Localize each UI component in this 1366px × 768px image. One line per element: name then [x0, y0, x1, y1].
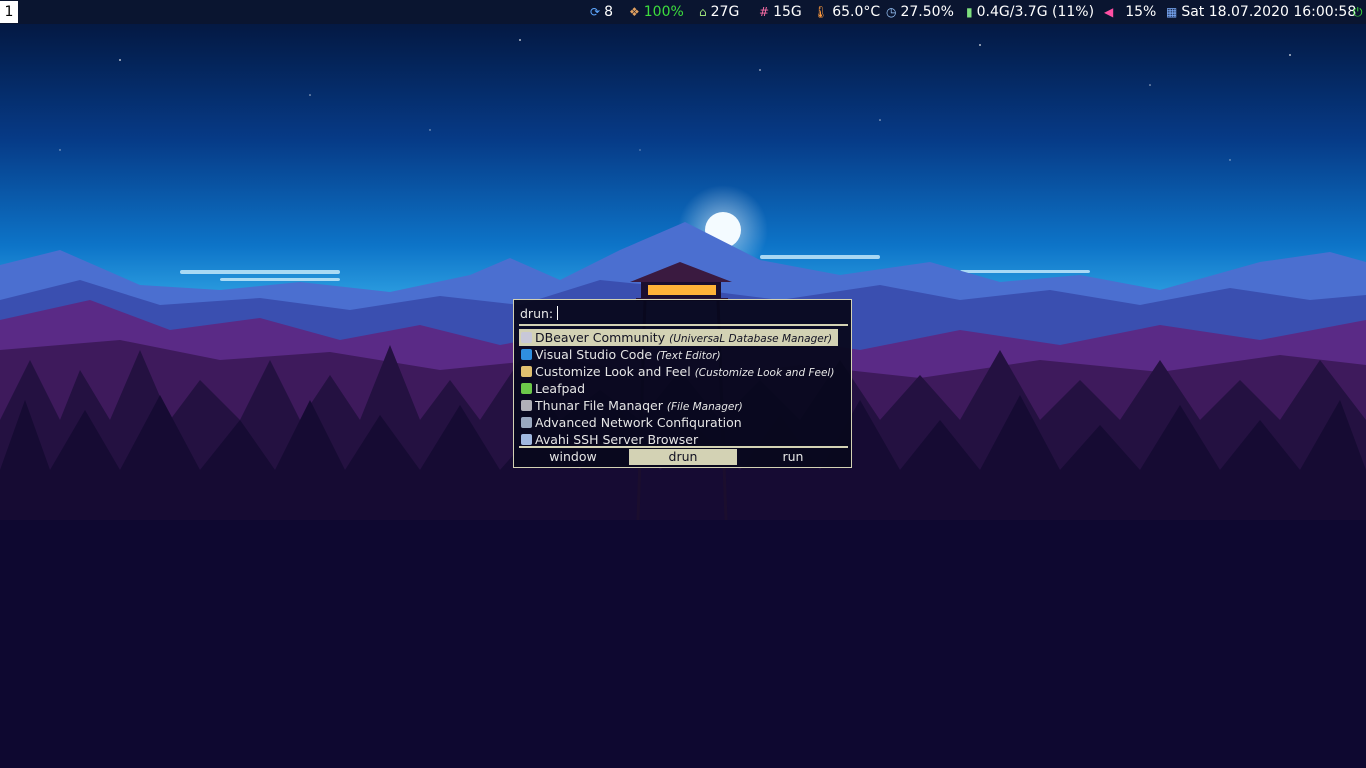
gauge-icon: ◷	[886, 5, 897, 19]
cpu-icon: ❖	[629, 5, 640, 19]
temperature-value: 65.0°C	[832, 4, 881, 20]
clock-module[interactable]: ▦ Sat 18.07.2020 16:00:58	[1166, 0, 1356, 24]
root-disk-value: 15G	[773, 4, 802, 20]
launcher-item-name: Advanced Network Confiquration	[535, 415, 742, 430]
launcher-item-name: Thunar File Manaqer	[535, 398, 663, 413]
root-disk-module[interactable]: #15G	[759, 0, 802, 24]
mode-tab-run[interactable]: run	[739, 449, 847, 465]
cpu-value: 100%	[643, 4, 684, 20]
app-launcher: drun: DBeaver Community (UniversaL Databa…	[513, 299, 852, 468]
speaker-icon: ◀	[1104, 5, 1114, 19]
cpu-module[interactable]: ❖ 100%	[629, 0, 684, 24]
workspace-button[interactable]: 1	[0, 1, 18, 23]
vscode-icon	[521, 349, 532, 360]
launcher-item-name: Avahi SSH Server Browser	[535, 432, 699, 447]
launcher-divider-bottom	[519, 446, 848, 448]
launcher-item[interactable]: Thunar File Manaqer (File Manager)	[519, 397, 848, 414]
memory-icon: ▮	[966, 5, 973, 19]
launcher-item-description: (Text Editor)	[656, 350, 721, 362]
power-button[interactable]: ⏻	[1353, 0, 1363, 24]
launcher-prompt: drun:	[520, 306, 554, 321]
launcher-item-description: (Customize Look and Feel)	[694, 367, 835, 379]
launcher-item[interactable]: Visual Studio Code (Text Editor)	[519, 346, 848, 363]
launcher-results-list: DBeaver Community (UniversaL Database Man…	[519, 329, 848, 448]
launcher-item[interactable]: Advanced Network Confiquration	[519, 414, 848, 431]
clock-value: Sat 18.07.2020 16:00:58	[1181, 4, 1357, 20]
launcher-item[interactable]: DBeaver Community (UniversaL Database Man…	[519, 329, 838, 346]
hash-icon: #	[759, 5, 770, 19]
home-disk-module[interactable]: ⌂ 27G	[699, 0, 739, 24]
load-value: 27.50%	[900, 4, 954, 20]
leafpad-icon	[521, 383, 532, 394]
file-manager-icon	[521, 400, 532, 411]
home-icon: ⌂	[699, 5, 707, 19]
launcher-item-description: (File Manager)	[666, 401, 743, 413]
volume-module[interactable]: ◀ 15%	[1104, 0, 1156, 24]
power-icon: ⏻	[1353, 5, 1363, 19]
refresh-icon: ⟳	[590, 5, 601, 19]
temperature-module[interactable]: 🌡︎ 65.0°C	[813, 0, 880, 24]
updates-module[interactable]: ⟳ 8	[590, 0, 613, 24]
launcher-item[interactable]: Leafpad	[519, 380, 848, 397]
calendar-icon: ▦	[1166, 5, 1178, 19]
mode-tab-drun[interactable]: drun	[629, 449, 737, 465]
status-bar: 1 ⟳ 8 ❖ 100% ⌂ 27G #15G 🌡︎ 65.0°C ◷ 27.50% ▮ 0…	[0, 0, 1366, 24]
thermometer-icon: 🌡︎	[813, 5, 829, 19]
launcher-mode-switcher: window drun run	[519, 449, 848, 465]
launcher-item-name: Customize Look and Feel	[535, 364, 691, 379]
network-icon	[521, 417, 532, 428]
load-module[interactable]: ◷ 27.50%	[886, 0, 954, 24]
memory-value: 0.4G/3.7G (11%)	[976, 4, 1095, 20]
appearance-icon	[521, 366, 532, 377]
volume-value: 15%	[1125, 4, 1157, 20]
updates-count: 8	[604, 4, 613, 20]
home-disk-value: 27G	[710, 4, 740, 20]
launcher-search-input[interactable]	[557, 306, 558, 320]
dbeaver-icon	[521, 332, 532, 343]
ssh-icon	[521, 434, 532, 445]
launcher-item-name: DBeaver Community	[535, 330, 666, 345]
launcher-item[interactable]: Customize Look and Feel (Customize Look a…	[519, 363, 848, 380]
memory-module[interactable]: ▮ 0.4G/3.7G (11%)	[966, 0, 1094, 24]
launcher-item-name: Visual Studio Code	[535, 347, 653, 362]
launcher-divider-top	[519, 324, 848, 326]
mode-tab-window[interactable]: window	[519, 449, 627, 465]
launcher-item-description: (UniversaL Database Manager)	[669, 333, 833, 345]
launcher-item-name: Leafpad	[535, 381, 586, 396]
